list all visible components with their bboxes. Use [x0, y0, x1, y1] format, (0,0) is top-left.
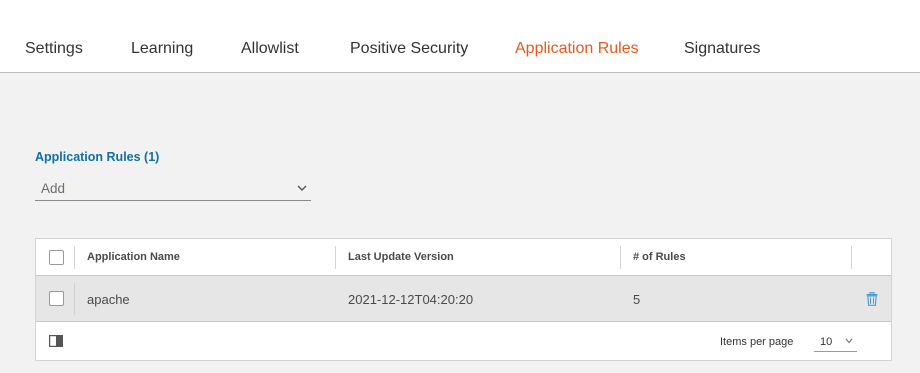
items-per-page-value: 10 [820, 336, 833, 348]
cell-application-name: apache [87, 292, 130, 307]
column-divider[interactable] [335, 246, 336, 269]
tab-bar: Settings Learning Allowlist Positive Sec… [0, 0, 920, 73]
tab-learning[interactable]: Learning [131, 40, 193, 58]
section-title: Application Rules (1) [35, 150, 160, 164]
header-last-update-version[interactable]: Last Update Version [348, 251, 454, 263]
tab-application-rules[interactable]: Application Rules [515, 40, 639, 58]
items-per-page-label: Items per page [720, 336, 794, 348]
column-divider [74, 246, 75, 269]
tab-signatures[interactable]: Signatures [684, 40, 761, 58]
cell-last-update-version: 2021-12-12T04:20:20 [348, 292, 474, 307]
select-all-checkbox[interactable] [49, 250, 64, 265]
column-divider [74, 283, 75, 315]
add-dropdown-label: Add [41, 181, 66, 196]
table-header: Application Name Last Update Version # o… [36, 239, 891, 276]
cell-rules-count: 5 [633, 292, 641, 307]
trash-icon[interactable] [866, 292, 878, 306]
header-application-name[interactable]: Application Name [87, 251, 180, 263]
tab-settings[interactable]: Settings [25, 40, 83, 58]
items-per-page-select[interactable]: 10 [814, 331, 857, 352]
chevron-down-icon [297, 185, 307, 191]
column-toggle-icon[interactable] [49, 335, 63, 347]
table-footer: Items per page 10 [36, 323, 891, 360]
rules-table: Application Name Last Update Version # o… [35, 238, 892, 361]
tab-positive-security[interactable]: Positive Security [350, 40, 468, 58]
tab-allowlist[interactable]: Allowlist [241, 40, 299, 58]
add-dropdown[interactable]: Add [35, 178, 311, 201]
column-divider[interactable] [620, 246, 621, 269]
chevron-down-icon [845, 338, 853, 344]
header-rules-count[interactable]: # of Rules [633, 251, 686, 263]
table-row[interactable]: apache 2021-12-12T04:20:20 5 [36, 276, 891, 322]
column-divider[interactable] [851, 246, 852, 269]
row-checkbox[interactable] [49, 291, 64, 306]
